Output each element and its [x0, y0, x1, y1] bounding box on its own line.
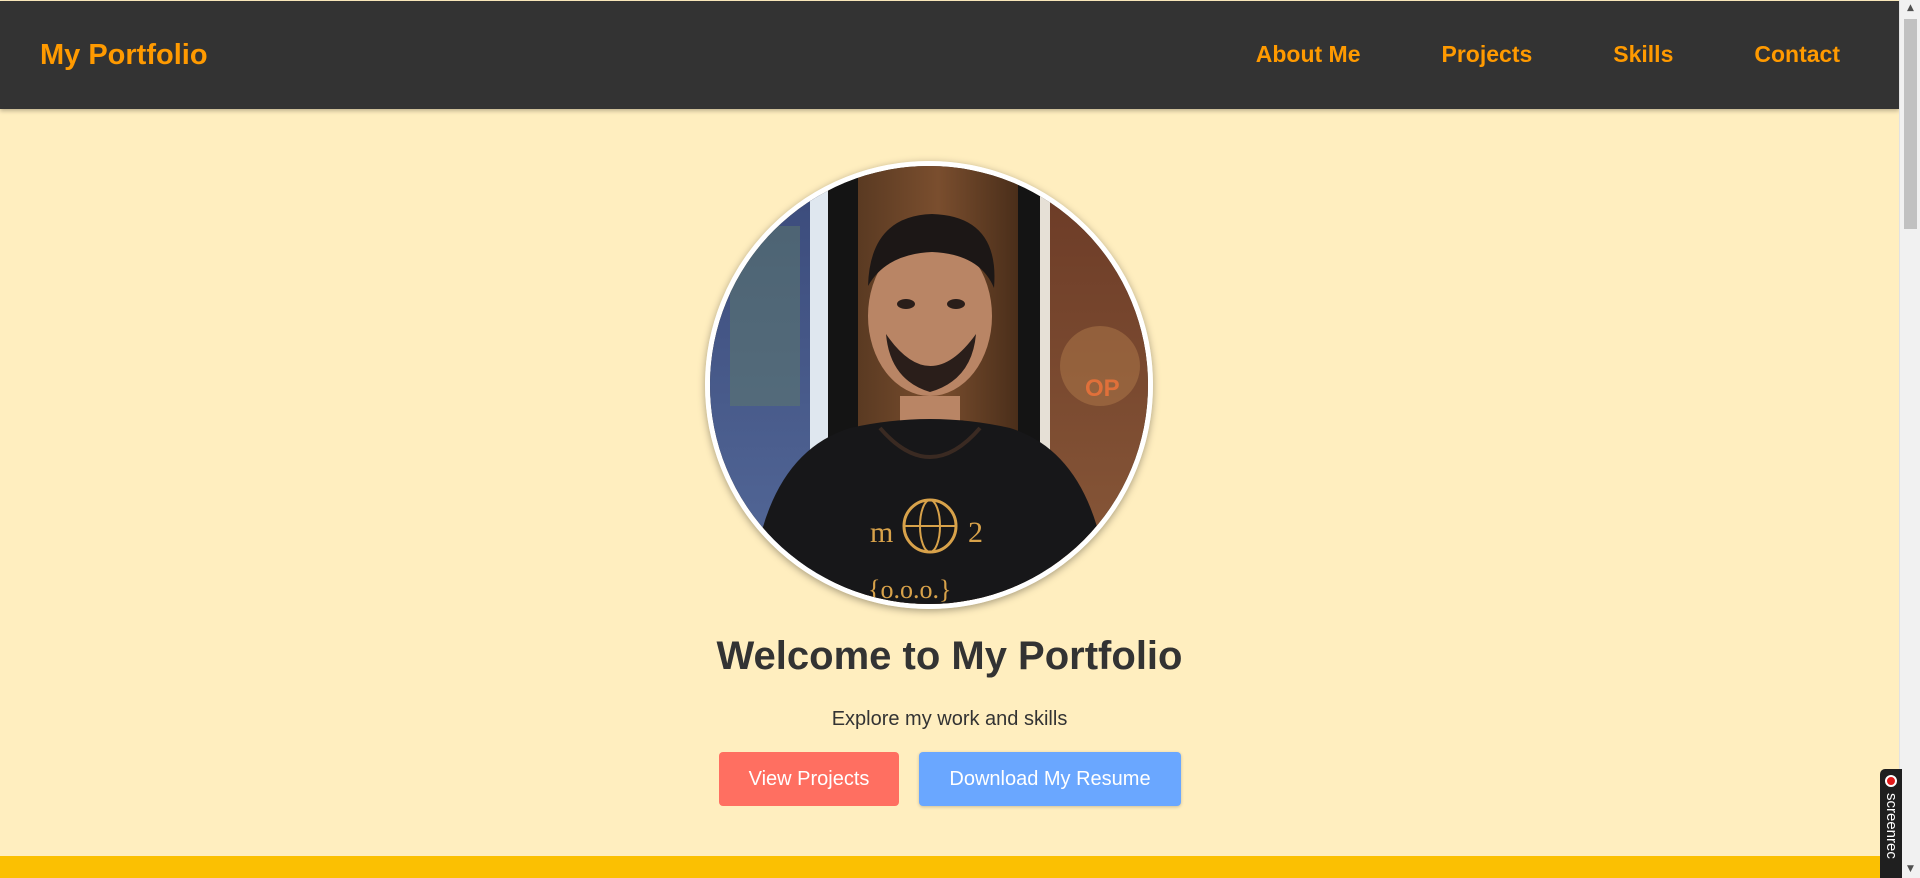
profile-avatar: m 2 {o.o.o.} OP	[705, 161, 1153, 609]
next-section-band	[0, 856, 1899, 878]
svg-text:{o.o.o.}: {o.o.o.}	[868, 575, 951, 604]
nav-link-skills[interactable]: Skills	[1613, 41, 1673, 68]
svg-text:OP: OP	[1085, 375, 1120, 402]
nav-link-projects[interactable]: Projects	[1442, 41, 1533, 68]
navbar: My Portfolio About Me Projects Skills Co…	[0, 1, 1899, 109]
nav-link-contact[interactable]: Contact	[1754, 41, 1840, 68]
scroll-thumb[interactable]	[1904, 19, 1917, 229]
svg-text:m: m	[870, 516, 893, 549]
hero-title: Welcome to My Portfolio	[716, 634, 1183, 678]
download-resume-button[interactable]: Download My Resume	[919, 752, 1181, 806]
vertical-scrollbar[interactable]: ▲ ▼	[1899, 0, 1920, 878]
profile-photo: m 2 {o.o.o.} OP	[710, 166, 1148, 604]
scroll-up-arrow-icon[interactable]: ▲	[1900, 0, 1920, 17]
view-projects-button[interactable]: View Projects	[719, 752, 899, 806]
screen-recorder-label: screenrec	[1883, 793, 1900, 859]
screen-recorder-tab[interactable]: screenrec	[1880, 769, 1902, 878]
nav-links: About Me Projects Skills Contact	[1256, 41, 1840, 68]
page: My Portfolio About Me Projects Skills Co…	[0, 0, 1899, 878]
record-icon	[1885, 775, 1897, 787]
brand-logo-link[interactable]: My Portfolio	[40, 39, 208, 72]
scroll-down-arrow-icon[interactable]: ▼	[1900, 861, 1920, 878]
hero-subtitle: Explore my work and skills	[831, 708, 1068, 730]
nav-link-about-me[interactable]: About Me	[1256, 41, 1361, 68]
svg-text:2: 2	[968, 516, 983, 549]
hero-section: m 2 {o.o.o.} OP Welcome to My Portfolio …	[0, 109, 1899, 856]
